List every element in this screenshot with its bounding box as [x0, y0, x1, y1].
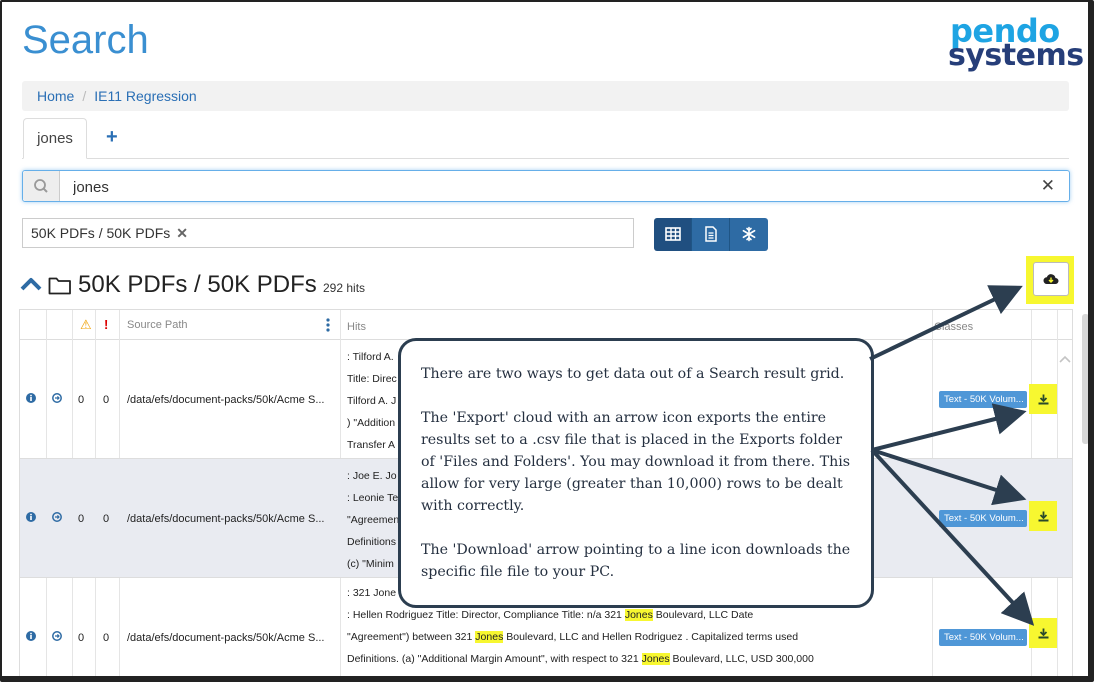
- section-title: 50K PDFs / 50K PDFs: [78, 271, 317, 298]
- hits-column-header[interactable]: Hits: [347, 312, 366, 342]
- hit-line: : 321 Jone: [347, 587, 397, 599]
- class-badge: Text - 50K Volum...: [939, 510, 1027, 527]
- error-count: 0: [103, 513, 110, 525]
- error-count: 0: [103, 632, 110, 644]
- remove-filter-icon[interactable]: ✕: [176, 225, 188, 241]
- hit-line: (c) "Minim: [347, 558, 394, 570]
- classes-column-header[interactable]: Classes: [934, 312, 973, 342]
- add-tab-button[interactable]: +: [106, 125, 118, 149]
- info-icon[interactable]: [26, 393, 36, 403]
- hit-line: Definitions. (a) "Additional Margin Amou…: [347, 653, 814, 665]
- hit-line: Transfer A: [347, 439, 396, 451]
- download-icon[interactable]: [1038, 511, 1049, 522]
- filter-chip: 50K PDFs / 50K PDFs ✕: [31, 225, 188, 242]
- breadcrumb: Home / IE11 Regression: [22, 81, 1069, 111]
- filter-chip-label: 50K PDFs / 50K PDFs: [31, 225, 171, 241]
- callout-download: The 'Download' arrow pointing to a line …: [421, 542, 851, 580]
- info-icon[interactable]: [26, 512, 36, 522]
- source-path: /data/efs/document-packs/50k/Acme S...: [127, 394, 325, 406]
- scrollbar[interactable]: [1082, 314, 1088, 444]
- source-path-column-header[interactable]: Source Path: [127, 310, 188, 340]
- annotation-callout: There are two ways to get data out of a …: [398, 338, 874, 608]
- hit-line: : Leonie Te: [347, 492, 399, 504]
- search-tabs: jones +: [22, 117, 1069, 159]
- collapse-chevron-icon[interactable]: [20, 276, 42, 292]
- class-badge: Text - 50K Volum...: [939, 391, 1027, 408]
- grid-header: ⚠ ! Source Path Hits Classes: [20, 310, 1072, 340]
- callout-export: The 'Export' cloud with an arrow icon ex…: [421, 410, 851, 514]
- clear-search-icon[interactable]: ✕: [1041, 176, 1055, 196]
- hit-line: : Tilford A.: [347, 351, 394, 363]
- search-term-highlight: Jones: [475, 631, 504, 643]
- cloud-download-icon: [1043, 274, 1059, 285]
- search-input[interactable]: [73, 177, 973, 197]
- document-view-button[interactable]: [692, 218, 730, 251]
- search-icon: [23, 171, 60, 201]
- error-count: 0: [103, 394, 110, 406]
- search-term-highlight: Jones: [641, 653, 670, 665]
- error-column-header[interactable]: !: [104, 310, 108, 340]
- hit-line: Definitions: [347, 536, 397, 548]
- info-icon[interactable]: [26, 631, 36, 641]
- warning-column-header[interactable]: ⚠: [80, 310, 92, 340]
- open-arrow-icon[interactable]: [52, 512, 62, 522]
- open-arrow-icon[interactable]: [52, 631, 62, 641]
- tab-jones[interactable]: jones: [23, 118, 87, 159]
- hit-line: ) "Addition: [347, 417, 396, 429]
- grid-icon: [665, 227, 681, 241]
- column-menu-icon[interactable]: [325, 317, 331, 333]
- document-icon: [705, 226, 717, 242]
- source-path: /data/efs/document-packs/50k/Acme S...: [127, 632, 325, 644]
- breadcrumb-separator: /: [82, 88, 87, 104]
- pendo-systems-logo: pendo systems: [946, 12, 1084, 73]
- hit-line: "Agreemen: [347, 514, 400, 526]
- hit-line: Tilford A. J: [347, 395, 397, 407]
- source-path: /data/efs/document-packs/50k/Acme S...: [127, 513, 325, 525]
- export-cloud-button[interactable]: [1033, 262, 1069, 296]
- view-toggle-group: [654, 218, 768, 251]
- class-badge: Text - 50K Volum...: [939, 629, 1027, 646]
- hit-line: "Agreement") between 321 Jones Boulevard…: [347, 631, 799, 643]
- screenshot-frame: Search pendo systems Home / IE11 Regressio…: [0, 0, 1094, 682]
- open-arrow-icon[interactable]: [52, 393, 62, 403]
- callout-intro: There are two ways to get data out of a …: [421, 366, 845, 382]
- collection-filter[interactable]: 50K PDFs / 50K PDFs ✕: [22, 218, 634, 248]
- download-icon[interactable]: [1038, 394, 1049, 405]
- hit-count: 292 hits: [323, 281, 366, 295]
- hit-line: Title: Direc: [347, 373, 397, 385]
- folder-icon: [48, 277, 71, 295]
- logo-line-2: systems: [948, 38, 1084, 73]
- warning-count: 0: [78, 513, 85, 525]
- search-bar: ✕: [22, 170, 1070, 202]
- hit-line: : Hellen Rodriguez Title: Director, Comp…: [347, 609, 754, 621]
- warning-count: 0: [78, 394, 85, 406]
- hit-line: : Joe E. Jo: [347, 470, 397, 482]
- snowflake-view-button[interactable]: [730, 218, 768, 251]
- snowflake-icon: [742, 226, 756, 242]
- page-title: Search: [22, 18, 149, 62]
- breadcrumb-home[interactable]: Home: [37, 88, 74, 104]
- download-icon[interactable]: [1038, 628, 1049, 639]
- search-term-highlight: Jones: [624, 609, 653, 621]
- warning-count: 0: [78, 632, 85, 644]
- breadcrumb-ie11-regression[interactable]: IE11 Regression: [94, 88, 196, 104]
- grid-view-button[interactable]: [654, 218, 692, 251]
- scroll-up-icon[interactable]: [1058, 354, 1072, 364]
